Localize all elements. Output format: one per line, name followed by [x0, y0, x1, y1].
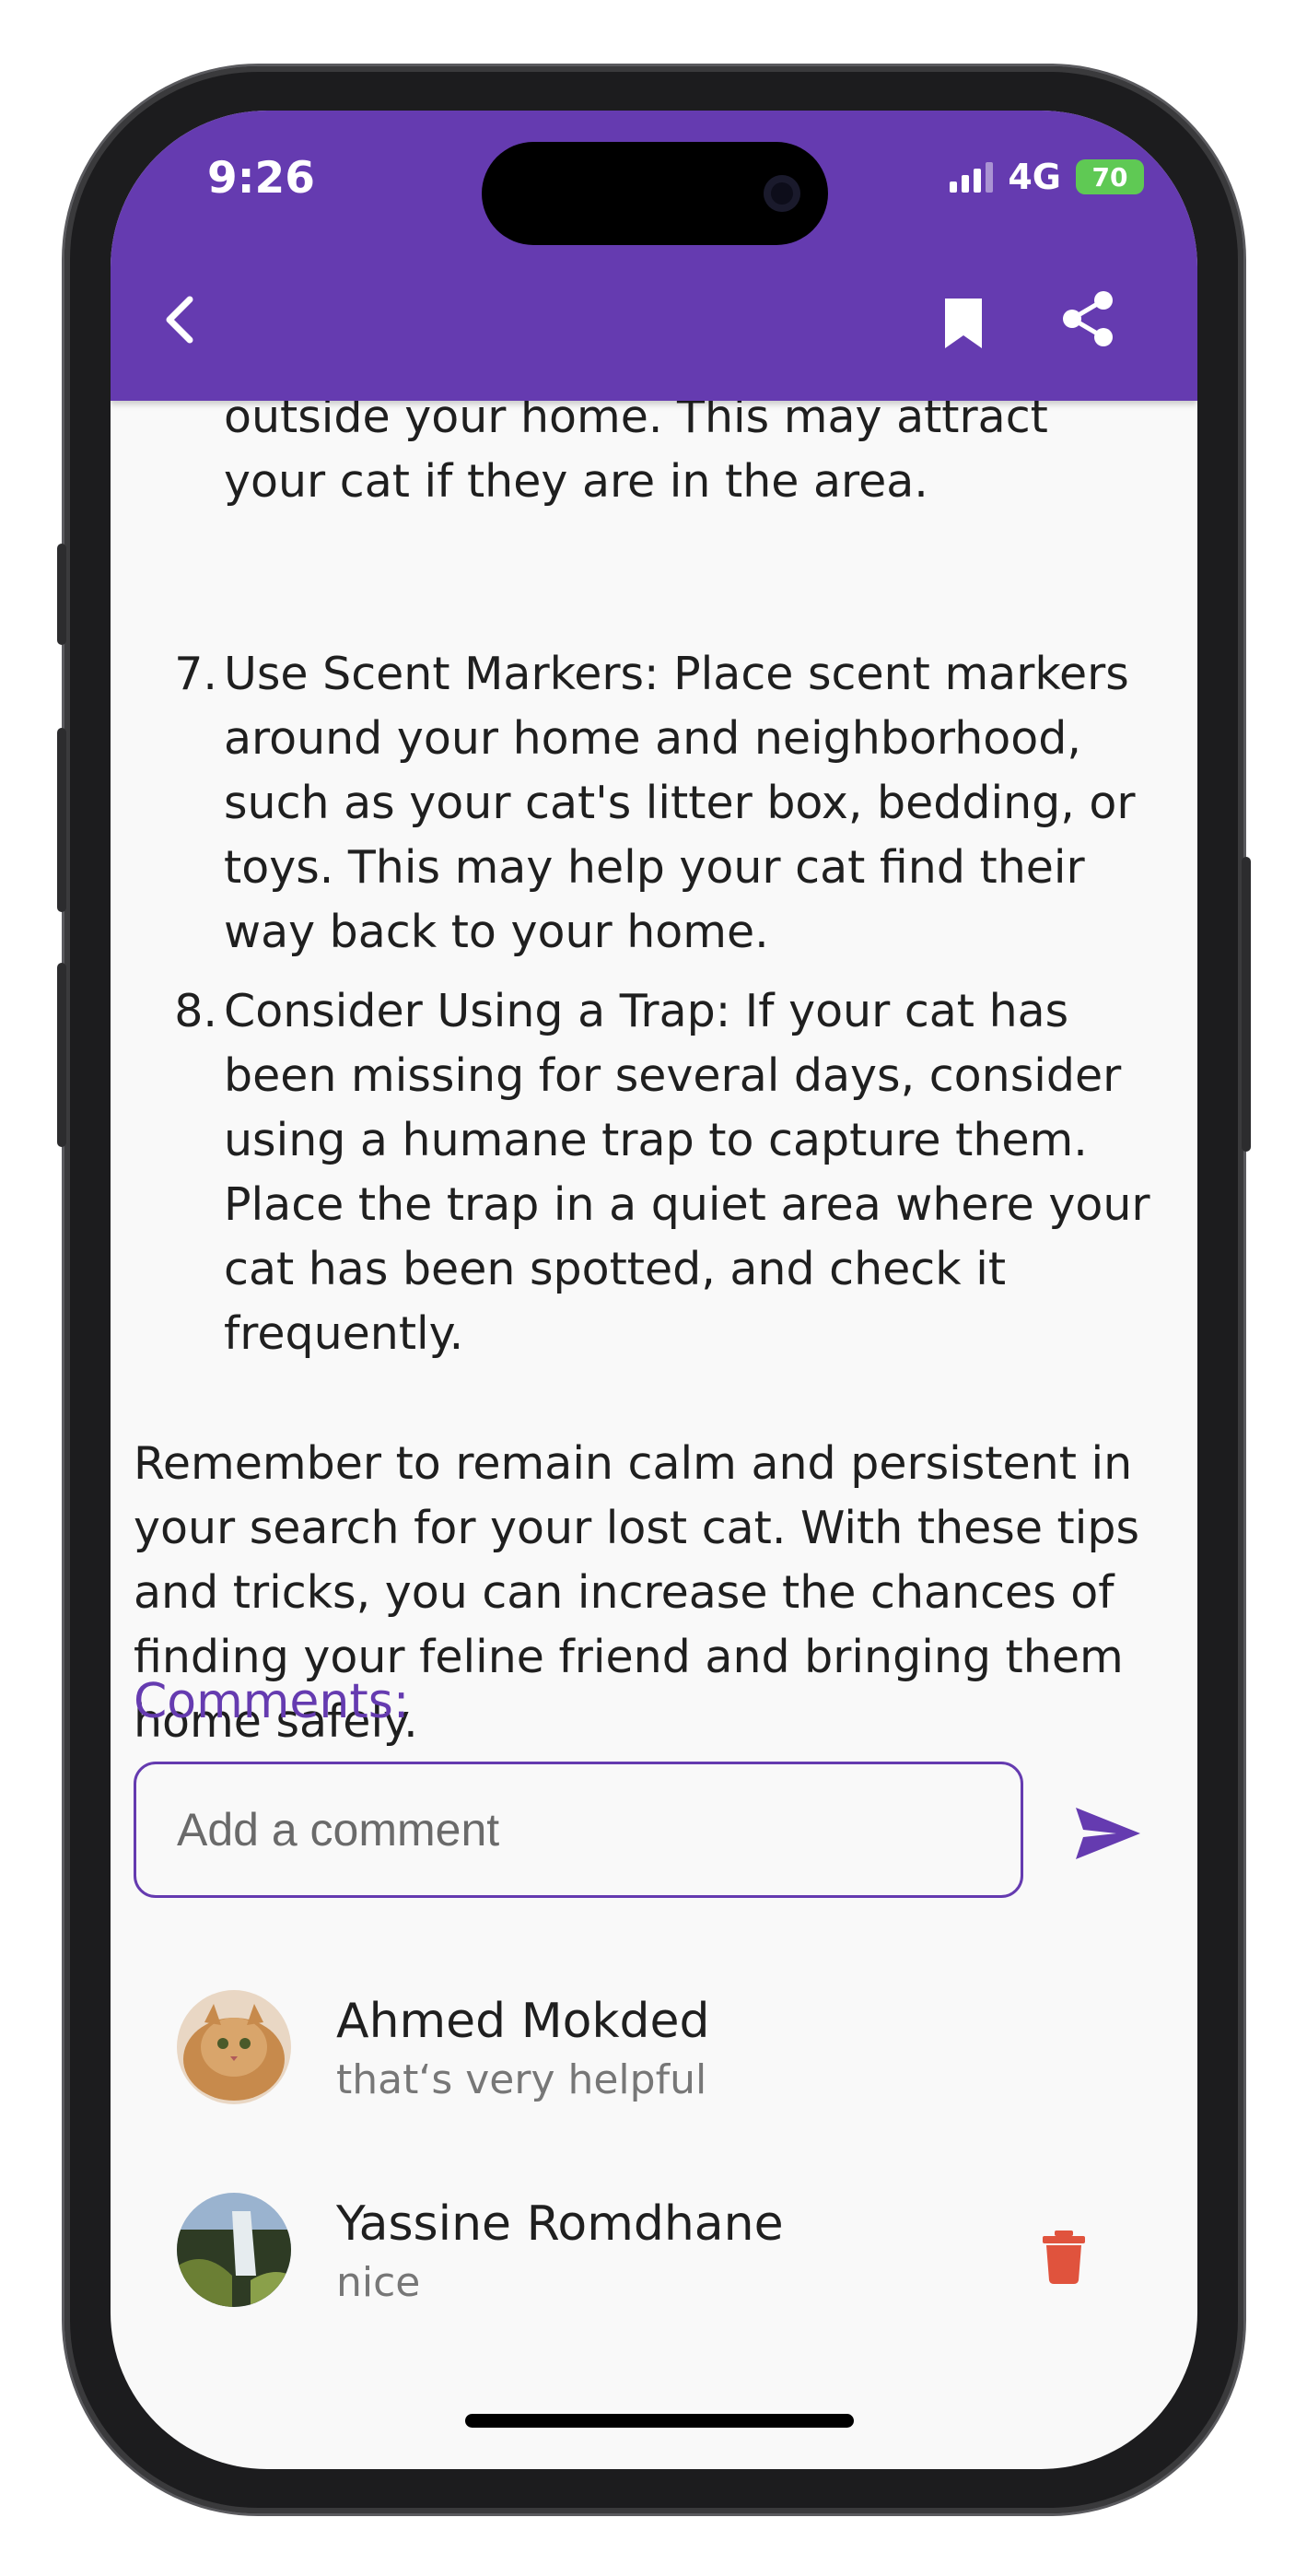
comment-author: Yassine Romdhane — [336, 2196, 784, 2252]
status-time: 9:26 — [207, 153, 315, 204]
list-item-text: outside your home. This may attract your… — [224, 385, 1182, 514]
battery-icon: 70 — [1076, 159, 1144, 194]
side-button — [57, 728, 66, 912]
cat-avatar-image — [177, 1990, 291, 2104]
comment-author: Ahmed Mokded — [336, 1994, 710, 2049]
comment-input-placeholder: Add a comment — [177, 1804, 500, 1856]
text-line: Use Scent Markers: Place scent markers — [224, 648, 1129, 700]
comment-text: nice — [336, 2259, 421, 2306]
text-line: your search for your lost cat. With thes… — [134, 1502, 1139, 1554]
comment-text: that‘s very helpful — [336, 2056, 707, 2103]
bookmark-icon[interactable] — [934, 293, 993, 352]
status-indicators: 4G 70 — [950, 157, 1144, 197]
app-header: 9:26 4G 70 — [111, 111, 1197, 401]
text-line: way back to your home. — [224, 906, 769, 958]
text-line: Consider Using a Trap: If your cat has — [224, 985, 1069, 1037]
back-icon[interactable] — [153, 290, 212, 349]
list-number: 8. — [174, 985, 217, 1037]
text-line: using a humane trap to capture them. — [224, 1114, 1088, 1166]
text-line: your cat if they are in the area. — [224, 455, 928, 508]
network-type: 4G — [1008, 157, 1061, 197]
send-icon[interactable] — [1074, 1804, 1142, 1863]
side-button — [1242, 857, 1251, 1152]
camera-icon — [764, 175, 800, 212]
text-line: been missing for several days, consider — [224, 1049, 1122, 1102]
side-button — [57, 963, 66, 1147]
signal-icon — [950, 161, 994, 193]
comments-title: Comments: — [134, 1674, 410, 1729]
avatar — [177, 1990, 291, 2104]
landscape-avatar-image — [177, 2193, 291, 2307]
trash-icon[interactable] — [1041, 2229, 1087, 2284]
home-indicator[interactable] — [465, 2414, 854, 2428]
text-line: cat has been spotted, and check it — [224, 1243, 1007, 1295]
avatar — [177, 2193, 291, 2307]
list-number: 7. — [174, 648, 217, 700]
list-item-text: Use Scent Markers: Place scent markers a… — [224, 642, 1182, 965]
text-line: Remember to remain calm and persistent i… — [134, 1437, 1133, 1490]
battery-level: 70 — [1091, 161, 1128, 193]
text-line: frequently. — [224, 1307, 464, 1360]
comment-input[interactable]: Add a comment — [134, 1762, 1023, 1898]
screen: outside your home. This may attract your… — [111, 111, 1197, 2469]
text-line: toys. This may help your cat find their — [224, 841, 1085, 894]
side-button — [57, 544, 66, 645]
text-line: around your home and neighborhood, — [224, 712, 1081, 765]
text-line: and tricks, you can increase the chances… — [134, 1566, 1114, 1619]
text-line: such as your cat's litter box, bedding, … — [224, 777, 1136, 829]
share-icon[interactable] — [1059, 289, 1118, 348]
list-item-text: Consider Using a Trap: If your cat has b… — [224, 979, 1182, 1366]
text-line: Place the trap in a quiet area where you… — [224, 1178, 1150, 1231]
dynamic-island — [482, 142, 828, 245]
